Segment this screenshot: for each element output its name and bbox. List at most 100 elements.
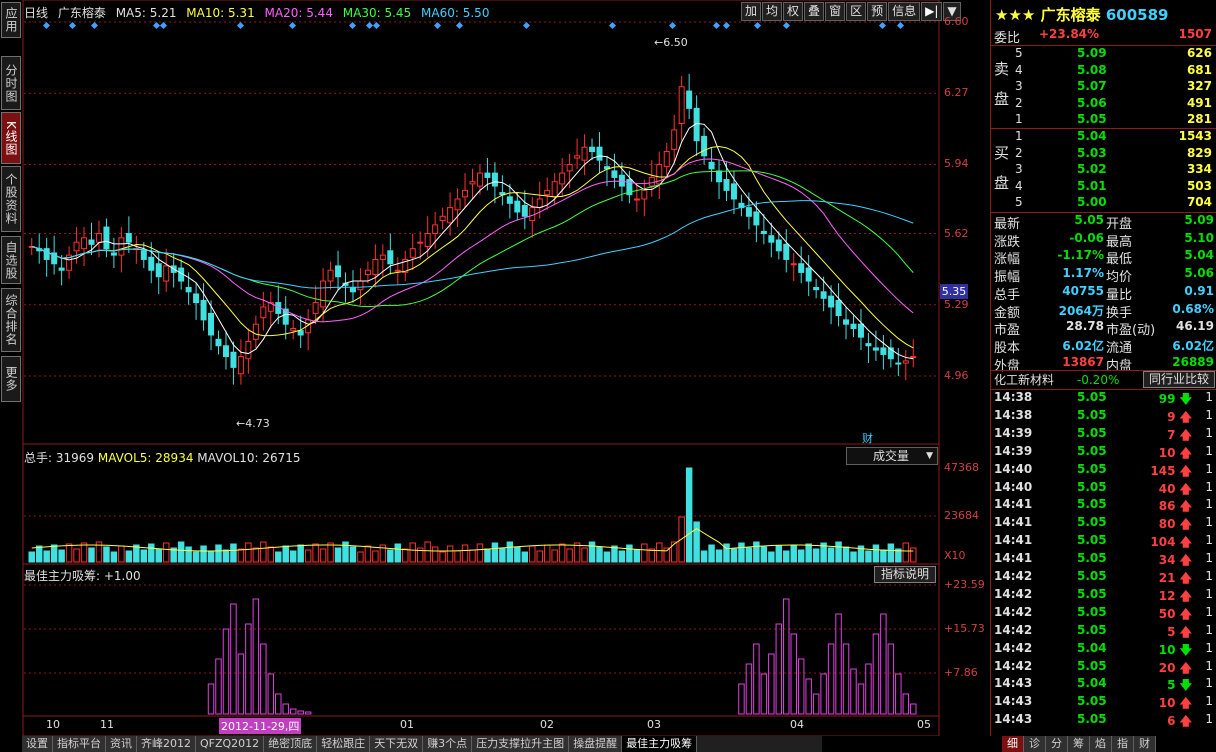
indicator-bar (790, 633, 797, 715)
right-tab-3[interactable]: 筹 (1068, 736, 1090, 752)
volume-bar (708, 544, 715, 563)
toolbar-button-7[interactable]: 信息 (888, 2, 921, 21)
candle-body (828, 295, 835, 308)
tick-time-box: 14:38 (994, 390, 1032, 404)
bottom-tab-5[interactable]: 绝密顶底 (264, 736, 318, 752)
tick-count: 1 (1205, 497, 1213, 512)
ma20-label: MA20: 5.44 (264, 6, 333, 20)
tick-volume: 5 (1167, 624, 1176, 639)
volume-bar (753, 541, 760, 563)
ma30-label: MA30: 5.45 (342, 6, 412, 20)
bottom-tab-9[interactable]: 压力支撑拉升主图 (472, 736, 570, 752)
tick-time-box: 14:40 (994, 480, 1032, 494)
indicator-bar (260, 643, 267, 715)
volume-bar (80, 542, 88, 563)
candle-body (574, 155, 581, 159)
candle-body (335, 265, 342, 278)
sidebar-item-6[interactable]: 更多 (1, 356, 21, 402)
bottom-tab-3[interactable]: 齐峰2012 (137, 736, 196, 752)
order-price: 5.09 (1077, 46, 1107, 60)
volume-bar (88, 547, 95, 563)
bottom-tab-11[interactable]: 最佳主力吸筹 (622, 736, 698, 752)
bottom-tab-6[interactable]: 轻松跟庄 (317, 736, 371, 752)
candle-body (701, 135, 708, 157)
ma-legend: 日线 广东榕泰 MA5: 5.21 MA10: 5.31 MA20: 5.44 … (24, 4, 495, 21)
volume-bar (850, 551, 857, 563)
buy-volume: 503 (1187, 179, 1212, 193)
bottom-tab-2[interactable]: 资讯 (106, 736, 137, 752)
candle-body (387, 250, 394, 265)
buy-volume: 1543 (1179, 129, 1212, 143)
toolbar-button-3[interactable]: 叠 (804, 2, 825, 21)
sidebar-item-5[interactable]: 综合排名 (1, 288, 21, 352)
sidebar-item-1[interactable]: 分时图 (1, 56, 21, 110)
indicator-bar (304, 711, 312, 715)
stat-value: 1.17% (1062, 266, 1104, 281)
right-tab-0[interactable]: 细 (1002, 736, 1024, 752)
bottom-tab-8[interactable]: 赚3个点 (423, 736, 473, 752)
indicator-axis-label: +7.86 (944, 666, 978, 679)
event-marker-icon (878, 21, 887, 30)
toolbar-button-4[interactable]: 窗 (825, 2, 846, 21)
sidebar-item-4[interactable]: 自选股 (1, 236, 21, 284)
volume-bar (760, 546, 768, 563)
sidebar-item-3[interactable]: 个股资料 (1, 166, 21, 232)
nav-arrow-icon[interactable]: ▶| (921, 2, 943, 21)
indicator-bar (775, 623, 783, 715)
tick-volume: 9 (1167, 409, 1176, 424)
volume-bar (275, 551, 282, 563)
chart-canvas[interactable]: ←6.50 ←4.73 财 (22, 0, 940, 737)
right-tab-5[interactable]: 指 (1112, 736, 1134, 752)
toolbar-button-5[interactable]: 区 (846, 2, 867, 21)
sidebar-item-0[interactable]: 应用 (1, 2, 21, 38)
stat-value: 0.91 (1184, 283, 1214, 298)
tick-time: 14:40 (994, 479, 1033, 494)
tick-count-box: 1 (1205, 408, 1213, 422)
toolbar-button-6[interactable]: 预 (867, 2, 888, 21)
tick-time: 14:39 (994, 443, 1033, 458)
tick-count-box: 1 (1205, 694, 1213, 708)
right-tab-2[interactable]: 分 (1046, 736, 1068, 752)
candle-body (237, 356, 244, 375)
volume-bar (491, 542, 499, 563)
stat-value-box: 5.04 (1184, 248, 1214, 262)
volume-bar (140, 549, 148, 563)
volume-selector[interactable]: 成交量 ▼ (846, 447, 938, 465)
candle-body (439, 215, 446, 222)
order-volume: 626 (1186, 46, 1212, 60)
bottom-tab-10[interactable]: 操盘提醒 (569, 736, 623, 752)
candle-body (43, 248, 50, 260)
indicator-panel-border (22, 563, 940, 717)
tick-count-box: 1 (1205, 676, 1213, 690)
bottom-tab-0[interactable]: 设置 (22, 736, 53, 752)
price-axis-label: 5.94 (944, 157, 969, 171)
volume-bar (551, 549, 558, 563)
toolbar-button-0[interactable]: 加 (741, 2, 762, 21)
volume-bar (588, 541, 596, 563)
right-tab-4[interactable]: 焰 (1090, 736, 1112, 752)
sidebar-item-2[interactable]: K线图 (1, 112, 21, 164)
bottom-tab-4[interactable]: QFZQ2012 (196, 736, 265, 752)
volume-bar (476, 543, 484, 563)
toolbar-button-2[interactable]: 权 (783, 2, 804, 21)
volume-bar (529, 545, 536, 563)
right-tab-6[interactable]: 财 (1134, 736, 1156, 752)
indicator-help-button[interactable]: 指标说明 (874, 566, 936, 583)
volume-bar (887, 543, 895, 563)
weibi-diff-box: 1507 (1179, 27, 1212, 41)
candle-body (417, 241, 424, 244)
up-arrow-icon: 🡅 (1179, 660, 1192, 675)
bottom-tab-7[interactable]: 天下无双 (370, 736, 424, 752)
right-tab-1[interactable]: 诊 (1024, 736, 1046, 752)
candle-body (424, 233, 431, 247)
volume-bar (431, 546, 439, 563)
tick-price: 5.05 (1077, 461, 1107, 476)
toolbar-button-1[interactable]: 均 (762, 2, 783, 21)
tick-price: 5.05 (1077, 533, 1107, 548)
volume-bar (648, 548, 656, 563)
candle-body (290, 328, 297, 332)
sector-compare-button[interactable]: 同行业比较 (1143, 371, 1215, 388)
stat-value: -1.17% (1057, 248, 1104, 263)
bottom-tab-1[interactable]: 指标平台 (53, 736, 106, 752)
ma60-label: MA60: 5.50 (421, 6, 490, 20)
